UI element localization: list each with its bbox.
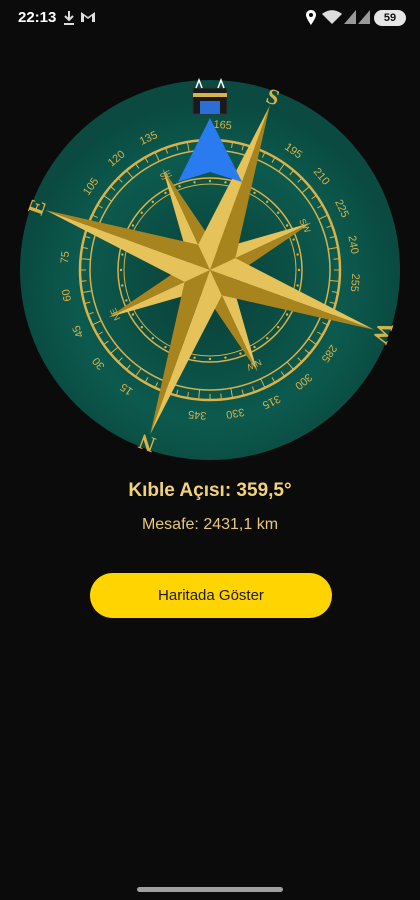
degree-label: 60 [60, 288, 74, 302]
degree-label: 75 [59, 251, 72, 264]
status-bar: 22:13 59 [0, 0, 420, 40]
compass-dial: 1530456075105120135165195210225240255285… [20, 77, 400, 460]
degree-label: 255 [348, 273, 362, 292]
qibla-distance: Mesafe: 2431,1 km [141, 516, 279, 533]
battery-icon: 59 [374, 10, 406, 26]
clock-time: 22:13 [18, 9, 57, 26]
signal-icon [358, 10, 370, 24]
home-indicator[interactable] [137, 887, 283, 892]
download-icon [64, 11, 74, 25]
location-icon [306, 10, 316, 25]
signal-icon [344, 10, 356, 24]
qibla-compass: 15 30 45 60 75 105 120 135 165 195 210 225 240 255 285… [0, 60, 420, 480]
qibla-angle: Kıble Açısı: 359,5° [128, 480, 292, 501]
wifi-icon [322, 10, 342, 24]
gmail-icon [81, 12, 95, 22]
show-on-map-button[interactable]: Haritada Göster [90, 573, 332, 618]
degree-label: 345 [188, 408, 207, 422]
